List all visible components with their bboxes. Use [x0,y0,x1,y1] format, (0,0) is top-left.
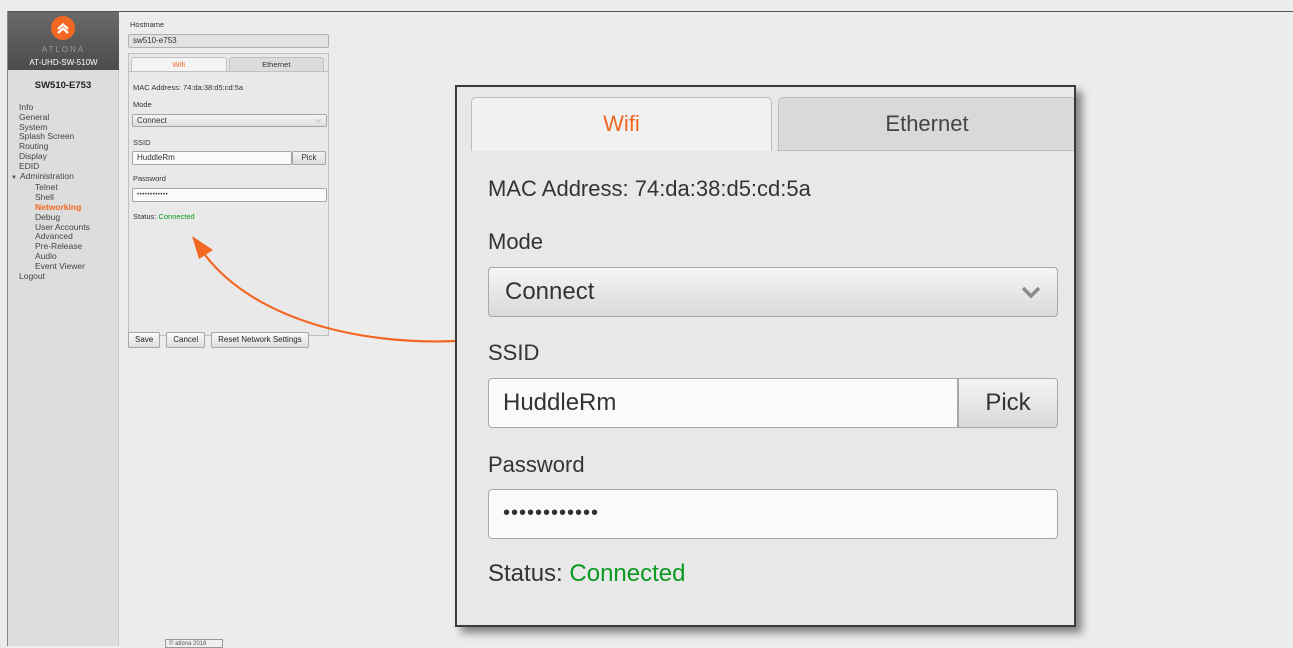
top-border [7,11,1293,12]
zoom-status-value: Connected [569,560,686,587]
zoom-pick-button[interactable]: Pick [958,378,1058,428]
zoom-callout: Wifi Ethernet MAC Address: 74:da:38:d5:c… [455,85,1076,627]
zoom-tabs: Wifi Ethernet [471,97,1074,151]
password-input[interactable]: •••••••••••• [132,188,327,202]
zoom-mode-value: Connect [505,278,595,305]
nav-item-administration[interactable]: ▼ Administration [8,170,118,184]
device-name: SW510-E753 [34,80,92,91]
nav-item-logout[interactable]: Logout [8,271,118,282]
zoom-mode-select[interactable]: Connect [488,267,1058,317]
tab-wifi[interactable]: Wifi [131,57,227,71]
status-line: Status: Connected [133,212,195,221]
nav-menu: Info General System Splash Screen Routin… [8,102,118,282]
zoom-status-label: Status: [488,560,563,587]
logo-wordmark: ATLONA [41,45,86,54]
zoom-tab-ethernet[interactable]: Ethernet [778,97,1074,151]
hostname-label: Hostname [130,20,165,29]
form-actions: Save Cancel Reset Network Settings [128,332,309,348]
ssid-input[interactable]: HuddleRm [132,151,292,165]
zoom-mode-label: Mode [488,229,544,254]
pick-button[interactable]: Pick [292,151,326,165]
mode-select[interactable]: Connect ⌵ [132,114,327,127]
tab-ethernet[interactable]: Ethernet [228,57,324,71]
network-panel: Wifi Ethernet MAC Address: 74:da:38:d5:c… [128,53,329,336]
caret-down-icon: ▼ [11,174,17,181]
cancel-button[interactable]: Cancel [166,332,206,348]
zoom-status-line: Status: Connected [488,560,685,588]
zoom-password-input[interactable]: •••••••••••• [488,489,1058,539]
reset-network-button[interactable]: Reset Network Settings [211,332,309,348]
nav-item-telnet[interactable]: Telnet [8,183,118,193]
zoom-ssid-input[interactable]: HuddleRm [488,378,958,428]
atlona-logo-icon [51,16,75,40]
zoom-ssid-label: SSID [488,340,540,365]
sidebar: ATLONA AT-UHD-SW-510W SW510-E753 Info Ge… [8,12,119,646]
hostname-input[interactable]: sw510-e753 [128,34,329,48]
chevron-down-icon [1021,286,1041,299]
mac-address: MAC Address: 74:da:38:d5:cd:5a [133,83,244,92]
tab-divider [777,150,1074,151]
status-value: Connected [158,212,195,221]
status-label: Status: [133,212,157,221]
nav-item-networking[interactable]: Networking [8,202,118,213]
mode-select-value: Connect [137,116,167,125]
footer-copyright: © atlona 2016 [165,639,223,648]
logo-block: ATLONA AT-UHD-SW-510W [8,12,119,70]
save-button[interactable]: Save [128,332,161,348]
zoom-tab-wifi[interactable]: Wifi [471,97,772,151]
zoom-password-label: Password [488,452,585,477]
password-label: Password [133,174,166,183]
ssid-label: SSID [133,138,151,147]
zoom-mac-address: MAC Address: 74:da:38:d5:cd:5a [488,176,811,201]
nav-item-administration-label: Administration [19,170,74,181]
nav-item-pre-release[interactable]: Pre-Release [8,241,118,252]
mode-label: Mode [133,100,152,109]
model-name: AT-UHD-SW-510W [29,58,98,67]
network-tabs: Wifi Ethernet [129,54,328,72]
chevron-down-icon: ⌵ [315,117,321,124]
